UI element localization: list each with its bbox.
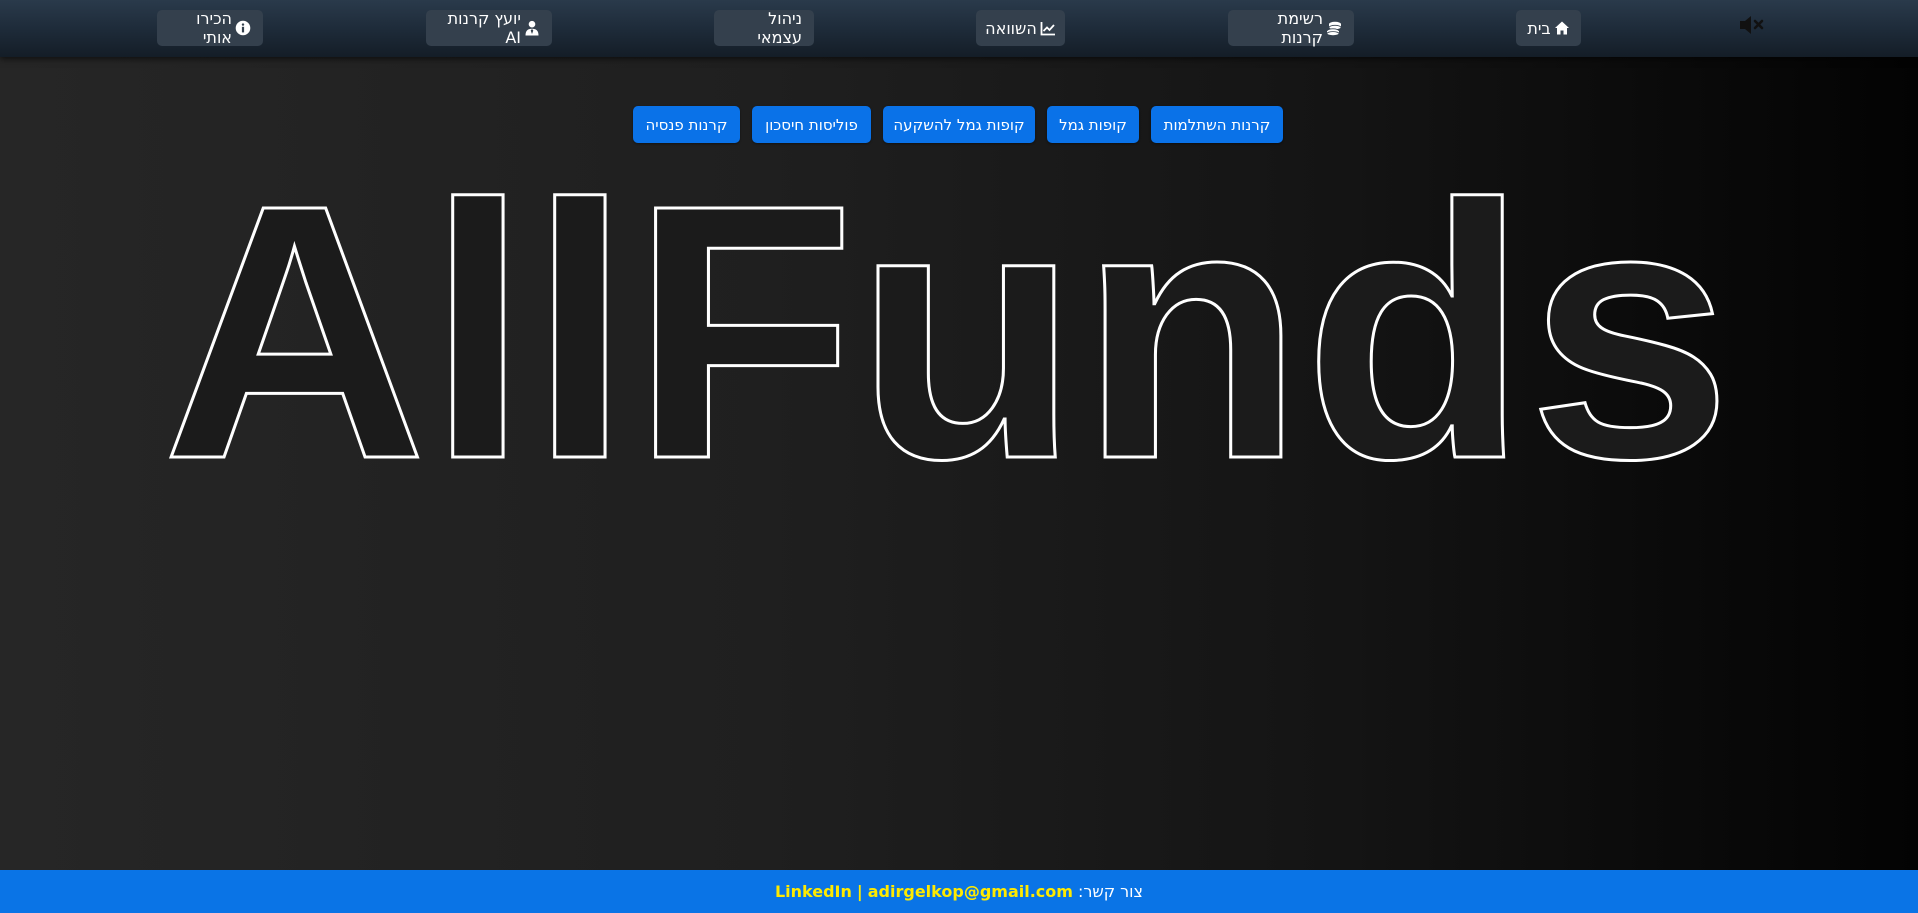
- category-investment-provident-button[interactable]: קופות גמל להשקעה: [883, 106, 1035, 143]
- info-circle-icon: [235, 20, 251, 36]
- user-tie-icon: [524, 20, 540, 36]
- home-icon: [1554, 20, 1570, 36]
- category-investment-provident-label: קופות גמל להשקעה: [893, 115, 1025, 134]
- volume-mute-icon[interactable]: [1738, 14, 1764, 36]
- category-study-funds-label: קרנות השתלמות: [1163, 115, 1271, 134]
- nav-self-management-label: ניהול עצמאי: [757, 9, 802, 47]
- footer-email-link[interactable]: adirgelkop@gmail.com: [868, 882, 1073, 901]
- nav-about-button[interactable]: הכירו אותי: [157, 9, 263, 47]
- footer-separator: |: [856, 882, 863, 901]
- nav-ai-advisor-label: יועץ קרנות AI: [447, 9, 521, 47]
- category-pension-funds-button[interactable]: קרנות פנסיה: [633, 106, 740, 143]
- footer: LinkedIn | adirgelkop@gmail.com צור קשר:: [0, 870, 1918, 913]
- category-pension-funds-label: קרנות פנסיה: [645, 115, 728, 134]
- hero-title: AllFunds: [162, 129, 1732, 534]
- nav-about-label: הכירו אותי: [196, 9, 232, 47]
- category-provident-funds-button[interactable]: קופות גמל: [1047, 106, 1139, 143]
- coins-icon: [1326, 20, 1342, 37]
- nav-compare-label: השוואה: [985, 18, 1037, 38]
- category-savings-policies-button[interactable]: פוליסות חיסכון: [752, 106, 871, 143]
- nav-funds-list-label: רשימת קרנות: [1277, 9, 1323, 47]
- nav-compare-button[interactable]: השוואה: [976, 10, 1065, 46]
- chart-line-icon: [1040, 20, 1056, 36]
- nav-ai-advisor-button[interactable]: יועץ קרנות AI: [426, 9, 552, 47]
- category-savings-policies-label: פוליסות חיסכון: [765, 115, 858, 134]
- footer-contact-label: צור קשר:: [1077, 882, 1144, 901]
- category-provident-funds-label: קופות גמל: [1059, 115, 1127, 134]
- nav-funds-list-button[interactable]: רשימת קרנות: [1228, 9, 1354, 47]
- category-study-funds-button[interactable]: קרנות השתלמות: [1151, 106, 1283, 143]
- nav-home-button[interactable]: בית: [1516, 10, 1581, 46]
- footer-contact: LinkedIn | adirgelkop@gmail.com צור קשר:: [775, 882, 1143, 901]
- nav-self-management-button[interactable]: ניהול עצמאי: [714, 9, 814, 47]
- top-navbar: בית רשימת קרנות השוואה ניהול עצמאי יועץ …: [0, 0, 1918, 57]
- nav-home-label: בית: [1527, 18, 1551, 38]
- footer-linkedin-link[interactable]: LinkedIn: [775, 882, 852, 901]
